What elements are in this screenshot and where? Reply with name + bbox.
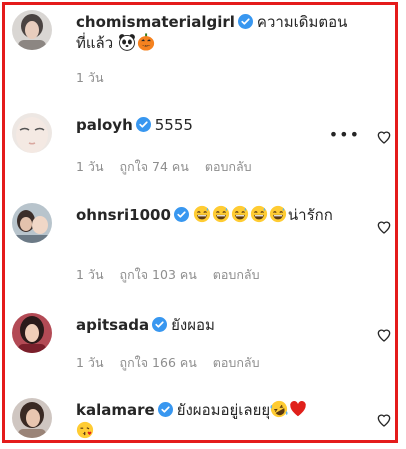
jack-o-lantern-emoji-icon [137,33,155,51]
comment-text: paloyh 5555 [76,115,354,136]
more-options-button[interactable]: ••• [329,125,360,144]
avatar[interactable] [12,313,52,353]
red-heart-emoji-icon [290,401,306,417]
heart-icon[interactable] [376,412,392,428]
comment-body: ยังผอม [171,316,215,334]
grinning-sweat-emoji-icon [250,205,267,223]
heart-icon[interactable] [376,219,392,235]
rolling-laughing-emoji-icon [270,400,288,418]
verified-badge-icon [135,117,151,132]
comment-time: 1 วัน [76,70,104,85]
kissing-heart-emoji-icon [76,421,94,439]
comment-username[interactable]: chomismaterialgirl [76,13,235,31]
comment-likes[interactable]: ถูกใจ 103 คน [120,267,197,282]
avatar[interactable] [12,10,52,50]
comment-text: chomismaterialgirl ความเดิมตอนที่แล้ว [76,12,354,54]
comment-time: 1 วัน [76,159,104,174]
avatar[interactable] [12,113,52,153]
verified-badge-icon [157,402,173,417]
comment-time: 1 วัน [76,267,104,282]
heart-icon[interactable] [376,129,392,145]
comment-likes[interactable]: ถูกใจ 166 คน [120,355,197,370]
comment-meta: 1 วัน ถูกใจ 103 คน ตอบกลับ [76,265,276,285]
comment-text: ohnsri1000 น่ารักก [76,205,354,226]
comment-likes[interactable]: ถูกใจ 74 คน [120,159,189,174]
comment-body: น่ารักก [287,206,333,224]
panda-face-emoji-icon [119,34,135,51]
grinning-sweat-emoji-icon [212,205,229,223]
verified-badge-icon [237,14,253,29]
reply-button[interactable]: ตอบกลับ [213,355,260,370]
comment-meta: 1 วัน ถูกใจ 74 คน ตอบกลับ [76,157,268,177]
comment-username[interactable]: paloyh [76,116,133,134]
heart-icon[interactable] [376,327,392,343]
comment-username[interactable]: kalamare [76,401,155,419]
comment-item: apitsada ยังผอม 1 วัน ถูกใจ 166 คน ตอบกลับ [12,313,394,383]
comment-meta: 1 วัน ถูกใจ 166 คน ตอบกลับ [76,353,276,373]
verified-badge-icon [173,207,189,222]
comment-item: ohnsri1000 น่ารักก 1 วัน ถูกใจ 103 คน ตอบกล… [12,203,394,293]
grinning-sweat-emoji-icon [269,205,286,223]
avatar[interactable] [12,203,52,243]
grinning-sweat-emoji-icon [231,205,248,223]
comment-username[interactable]: ohnsri1000 [76,206,171,224]
comment-username[interactable]: apitsada [76,316,149,334]
comment-body: ยังผอมอยู่เลยยุ [176,401,271,419]
comment-meta: 1 วัน [76,68,120,88]
comment-body: 5555 [154,116,193,134]
comment-item: kalamare ยังผอมอยู่เลยยุ [12,398,394,442]
verified-badge-icon [152,317,168,332]
comment-item: paloyh 5555 ••• 1 วัน ถูกใจ 74 คน ตอบกลับ [12,113,394,183]
grinning-sweat-emoji-icon [193,205,210,223]
comment-text: apitsada ยังผอม [76,315,354,336]
comment-text: kalamare ยังผอมอยู่เลยยุ [76,400,354,442]
comment-time: 1 วัน [76,355,104,370]
avatar[interactable] [12,398,52,438]
reply-button[interactable]: ตอบกลับ [213,267,260,282]
comment-item: chomismaterialgirl ความเดิมตอนที่แล้ว 1 ว… [12,10,394,90]
reply-button[interactable]: ตอบกลับ [205,159,252,174]
